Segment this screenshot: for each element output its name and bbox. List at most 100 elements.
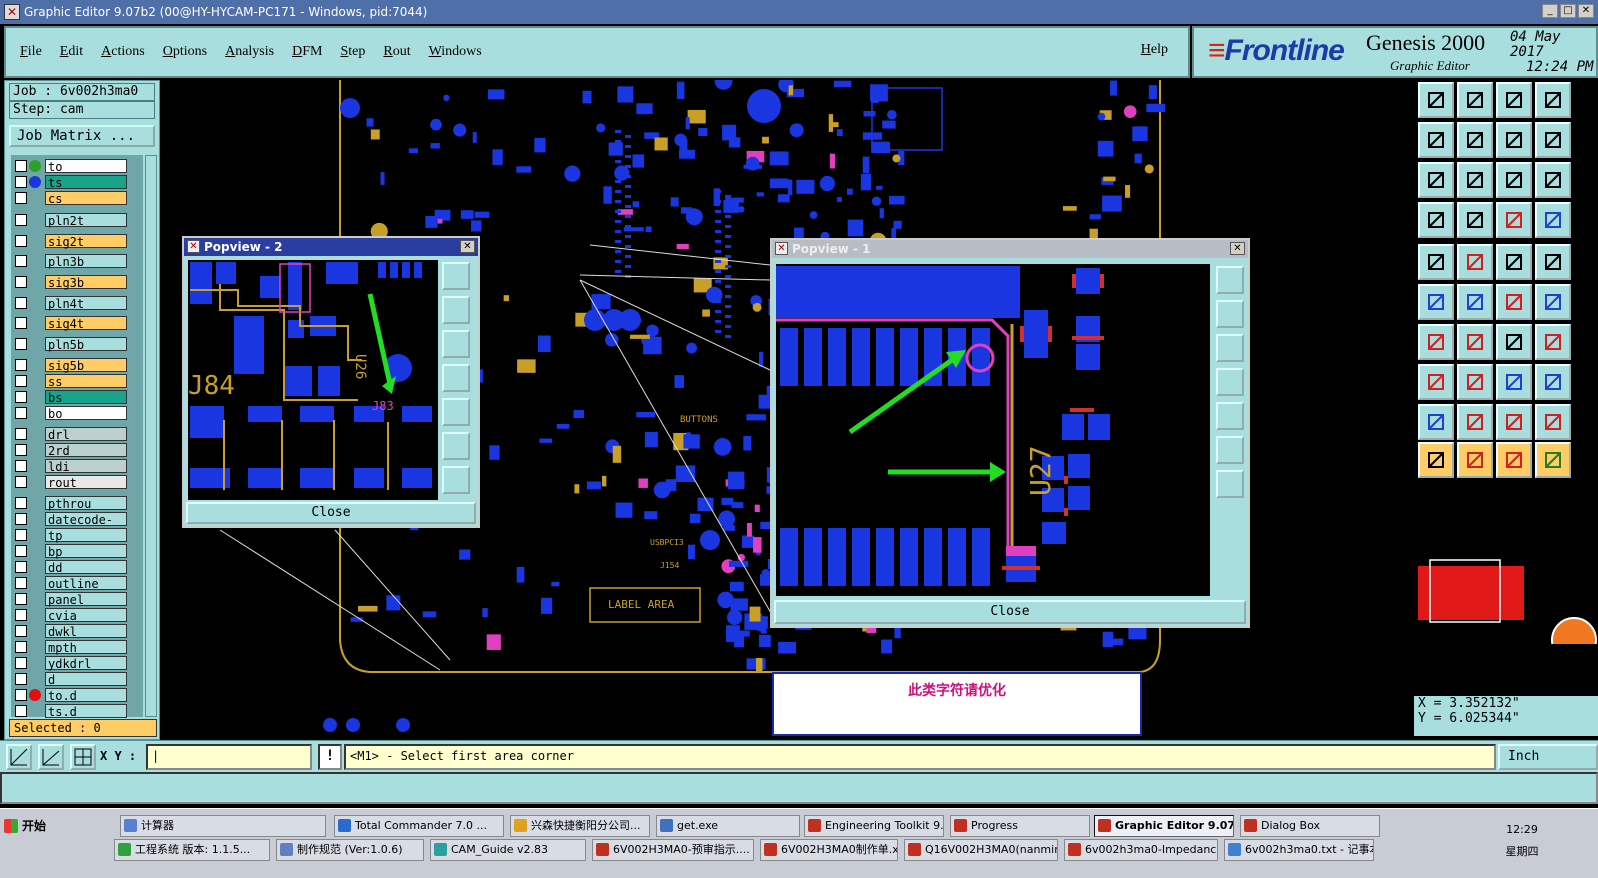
layer-checkbox[interactable] bbox=[15, 593, 27, 605]
layer-name[interactable]: ts.d bbox=[45, 704, 127, 719]
close-window-button[interactable]: ✕ bbox=[1578, 4, 1594, 18]
split-tool-button[interactable] bbox=[1496, 122, 1532, 158]
tri-a-tool-button[interactable] bbox=[1457, 404, 1493, 440]
layer-row[interactable]: sig3b bbox=[11, 275, 143, 290]
cross-tool-button[interactable] bbox=[1457, 284, 1493, 320]
select-tool-button[interactable] bbox=[1457, 442, 1493, 478]
snap-button[interactable] bbox=[6, 744, 32, 770]
menu-dfm[interactable]: DFM bbox=[292, 44, 322, 60]
layer-name[interactable]: sig5b bbox=[45, 358, 127, 373]
layer-checkbox[interactable] bbox=[15, 460, 27, 472]
layer-checkbox[interactable] bbox=[15, 609, 27, 621]
layers-blue-tool-button[interactable] bbox=[1535, 202, 1571, 238]
menu-file[interactable]: File bbox=[20, 44, 42, 60]
layer-row[interactable]: ts bbox=[11, 175, 143, 190]
layer-checkbox[interactable] bbox=[15, 657, 27, 669]
layer-checkbox[interactable] bbox=[15, 625, 27, 637]
unit-selector[interactable]: Inch bbox=[1498, 744, 1598, 770]
layer-row[interactable]: tp bbox=[11, 528, 143, 543]
layer-row[interactable]: drl bbox=[11, 427, 143, 442]
zoom-fit-tool-button[interactable] bbox=[1418, 162, 1454, 198]
layer-checkbox[interactable] bbox=[15, 641, 27, 653]
taskbar-item[interactable]: 6V002H3MA0制作单.xls ... bbox=[760, 839, 898, 861]
popview-1-left-button[interactable] bbox=[1216, 368, 1244, 396]
grid-tool-button[interactable] bbox=[1457, 202, 1493, 238]
layer-checkbox[interactable] bbox=[15, 276, 27, 288]
layer-name[interactable]: rout bbox=[45, 475, 127, 490]
taskbar-item[interactable]: Engineering Toolkit 9.... bbox=[804, 815, 944, 837]
popview-2-left-button[interactable] bbox=[442, 364, 470, 392]
edit-tool-button[interactable] bbox=[1496, 442, 1532, 478]
triangle-tool-button[interactable] bbox=[1418, 404, 1454, 440]
layer-name[interactable]: tp bbox=[45, 528, 127, 543]
layer-checkbox[interactable] bbox=[15, 160, 27, 172]
layer-row[interactable]: pln4t bbox=[11, 296, 143, 311]
taskbar-item[interactable]: 工程系统 版本: 1.1.5... bbox=[114, 839, 270, 861]
layer-name[interactable]: d bbox=[45, 672, 127, 687]
layer-name[interactable]: ts bbox=[45, 175, 127, 190]
layer-name[interactable]: to bbox=[45, 159, 127, 174]
popview-1-home-button[interactable] bbox=[1216, 470, 1244, 498]
menu-windows[interactable]: Windows bbox=[429, 44, 482, 60]
layer-name[interactable]: pln4t bbox=[45, 296, 127, 311]
tri-b-tool-button[interactable] bbox=[1496, 404, 1532, 440]
layer-name[interactable]: dd bbox=[45, 560, 127, 575]
route-tool-button[interactable] bbox=[1535, 442, 1571, 478]
layer-checkbox[interactable] bbox=[15, 444, 27, 456]
expand-tool-button[interactable] bbox=[1535, 122, 1571, 158]
taskbar-item[interactable]: 兴森快捷衡阳分公司... bbox=[510, 815, 650, 837]
layer-row[interactable]: sig5b bbox=[11, 358, 143, 373]
layer-name[interactable]: ss bbox=[45, 374, 127, 389]
layer-name[interactable]: to.d bbox=[45, 688, 127, 703]
menu-analysis[interactable]: Analysis bbox=[225, 44, 274, 60]
open-tool-button[interactable] bbox=[1418, 82, 1454, 118]
layer-name[interactable]: sig4t bbox=[45, 316, 127, 331]
popview-2-home-button[interactable] bbox=[442, 466, 470, 494]
line-tool-button[interactable] bbox=[1457, 244, 1493, 280]
home-tool-button[interactable] bbox=[1496, 82, 1532, 118]
layer-name[interactable]: panel bbox=[45, 592, 127, 607]
layer-row[interactable]: pln3b bbox=[11, 254, 143, 269]
layer-row[interactable]: to bbox=[11, 159, 143, 174]
start-button[interactable]: 开始 bbox=[2, 815, 60, 837]
popview-2-up-button[interactable] bbox=[442, 296, 470, 324]
taskbar-item[interactable]: 制作规范 (Ver:1.0.6) bbox=[276, 839, 424, 861]
window-tool-button[interactable] bbox=[1535, 82, 1571, 118]
layer-checkbox[interactable] bbox=[15, 673, 27, 685]
angle-tool-button[interactable] bbox=[1418, 324, 1454, 360]
layer-name[interactable]: cvia bbox=[45, 608, 127, 623]
layer-scrollbar[interactable] bbox=[145, 155, 157, 717]
layer-row[interactable]: ts.d bbox=[11, 704, 143, 719]
layer-name[interactable]: sig3b bbox=[45, 275, 127, 290]
menu-actions[interactable]: Actions bbox=[101, 44, 145, 60]
layer-checkbox[interactable] bbox=[15, 297, 27, 309]
layer-name[interactable]: sig2t bbox=[45, 234, 127, 249]
minimize-button[interactable]: _ bbox=[1542, 4, 1558, 18]
minus-tool-button[interactable] bbox=[1457, 364, 1493, 400]
arc-tool-button[interactable] bbox=[1496, 324, 1532, 360]
tools-tool-button[interactable] bbox=[1418, 202, 1454, 238]
layer-row[interactable]: dwkl bbox=[11, 624, 143, 639]
layer-row[interactable]: bs bbox=[11, 390, 143, 405]
pointer-tool-button[interactable] bbox=[1418, 442, 1454, 478]
popview-2-zoom-button[interactable] bbox=[442, 262, 470, 290]
layer-row[interactable]: ss bbox=[11, 374, 143, 389]
menu-options[interactable]: Options bbox=[163, 44, 207, 60]
popview-1-view[interactable]: U27 bbox=[776, 264, 1210, 596]
taskbar-item[interactable]: get.exe bbox=[656, 815, 800, 837]
layer-checkbox[interactable] bbox=[15, 176, 27, 188]
taskbar-item[interactable]: Total Commander 7.0 ... bbox=[334, 815, 504, 837]
maximize-button[interactable]: □ bbox=[1560, 4, 1576, 18]
layers-red-tool-button[interactable] bbox=[1496, 202, 1532, 238]
taskbar-item[interactable]: 计算器 bbox=[120, 815, 326, 837]
menu-edit[interactable]: Edit bbox=[60, 44, 83, 60]
node-tool-button[interactable] bbox=[1418, 284, 1454, 320]
layer-name[interactable]: ydkdrl bbox=[45, 656, 127, 671]
layer-row[interactable]: bo bbox=[11, 406, 143, 421]
taskbar-item[interactable]: Graphic Editor 9.07... bbox=[1094, 815, 1234, 837]
taskbar-item[interactable]: Progress bbox=[950, 815, 1090, 837]
layer-checkbox[interactable] bbox=[15, 375, 27, 387]
measure-button[interactable] bbox=[38, 744, 64, 770]
menu-step[interactable]: Step bbox=[340, 44, 365, 60]
layer-name[interactable]: pln5b bbox=[45, 337, 127, 352]
